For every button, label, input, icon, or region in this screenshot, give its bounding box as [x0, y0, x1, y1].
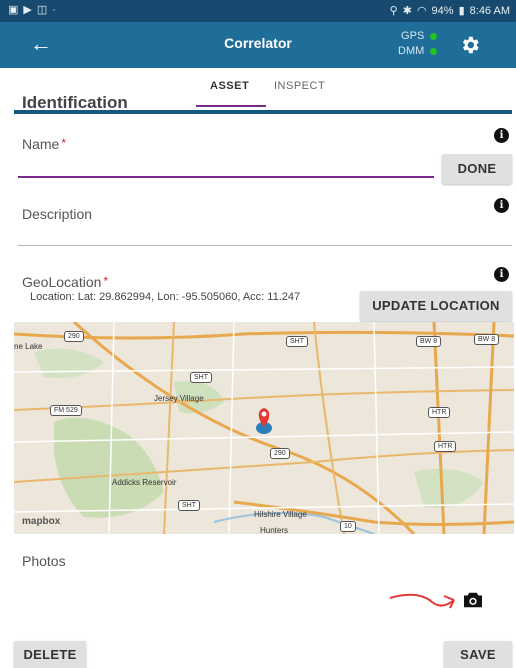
gallery-icon: ▣ [8, 4, 19, 16]
update-location-button[interactable]: UPDATE LOCATION [360, 291, 512, 321]
gear-icon[interactable] [459, 34, 481, 56]
map-shield: SHT [286, 336, 308, 347]
bluetooth-icon: ✱ [402, 5, 412, 17]
map-shield: FM 529 [50, 405, 82, 416]
camera-icon[interactable] [462, 591, 484, 609]
screenshot-icon: ◫ [36, 4, 48, 16]
map-shield: BW 8 [416, 336, 442, 347]
name-input[interactable] [18, 176, 434, 178]
map-view[interactable]: ne Lake Jersey Village Addicks Reservoir… [14, 322, 514, 534]
delete-button[interactable]: DELETE [14, 641, 86, 668]
map-shield: SHT [178, 500, 200, 511]
map-shield: 10 [340, 521, 356, 532]
location-icon: ⚲ [389, 5, 398, 17]
geolocation-info-icon[interactable]: i [494, 267, 509, 282]
geolocation-label-text: GeoLocation [22, 274, 102, 290]
dmm-label: DMM [398, 45, 425, 57]
tab-inspect[interactable]: INSPECT [274, 80, 325, 92]
clock: 8:46 AM [469, 4, 510, 17]
map-label-hunters: Hunters [260, 526, 289, 534]
status-system: ⚲ ✱ ◠ 94% ▮ 8:46 AM [389, 4, 510, 18]
tab-asset[interactable]: ASSET [210, 80, 249, 92]
map-shield: 290 [64, 331, 84, 342]
battery-icon: ▮ [458, 5, 465, 17]
photos-label: Photos [22, 553, 66, 569]
dot-icon: · [52, 4, 56, 16]
map-graphics [14, 322, 514, 534]
description-label: Description [22, 206, 93, 222]
play-icon: ▶ [23, 4, 32, 16]
mapbox-logo: mapbox [22, 516, 61, 527]
name-info-icon[interactable]: i [494, 128, 509, 143]
map-label-addicks-reservoir: Addicks Reservoir [112, 478, 177, 487]
section-divider [14, 110, 512, 114]
location-readout: Location: Lat: 29.862994, Lon: -95.50506… [30, 291, 301, 303]
gps-label: GPS [401, 30, 425, 42]
app-bar: ← Correlator GPS DMM [0, 22, 516, 68]
required-asterisk: * [103, 274, 109, 288]
map-shield: HTR [434, 441, 457, 452]
gps-status-dot [430, 33, 438, 40]
arrow-annotation [389, 593, 455, 609]
map-label-jersey-village: Jersey Village [154, 394, 204, 403]
geolocation-label: GeoLocation * [22, 274, 108, 290]
done-button[interactable]: DONE [442, 154, 512, 184]
save-button[interactable]: SAVE [444, 641, 512, 668]
dmm-status-dot [430, 48, 438, 55]
section-title: Identification [22, 93, 128, 108]
map-shield: HTR [428, 407, 451, 418]
name-label: Name * [22, 136, 66, 152]
description-input[interactable] [18, 245, 512, 246]
required-asterisk: * [61, 136, 67, 150]
active-tab-indicator [196, 105, 266, 107]
map-shield: 290 [270, 448, 290, 459]
device-status: GPS DMM [398, 29, 438, 59]
status-bar: ▣ ▶ ◫ · ⚲ ✱ ◠ 94% ▮ 8:46 AM [0, 0, 516, 22]
map-shield: SHT [190, 372, 212, 383]
name-label-text: Name [22, 136, 60, 152]
wifi-icon: ◠ [416, 5, 427, 17]
map-shield: BW 8 [474, 334, 500, 345]
status-notifications: ▣ ▶ ◫ · [8, 4, 56, 16]
app-title: Correlator [224, 35, 292, 51]
map-label-hilshire-village: Hilshire Village [254, 510, 307, 519]
map-label-ne-lake: ne Lake [14, 342, 43, 351]
description-info-icon[interactable]: i [494, 198, 509, 213]
battery-level: 94% [431, 4, 454, 17]
